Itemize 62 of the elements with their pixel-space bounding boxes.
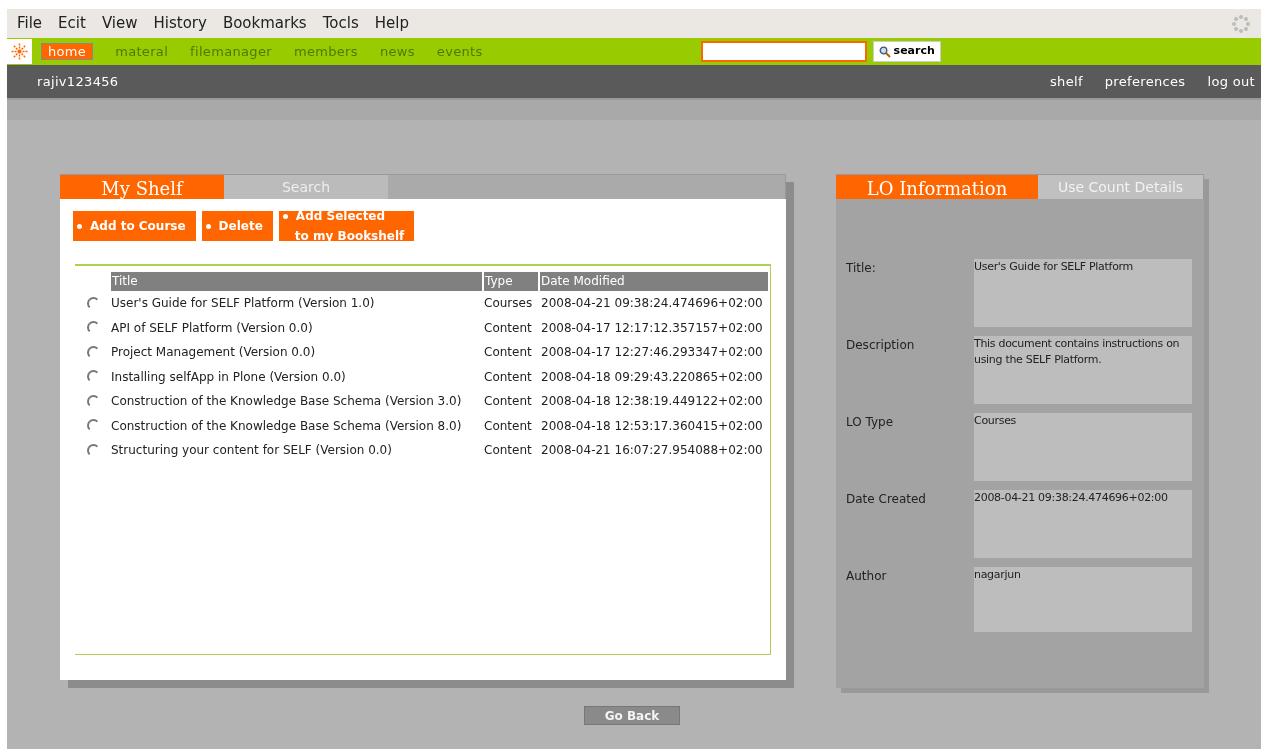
- column-header: Title: [111, 272, 482, 291]
- table-cell-text: Content: [484, 442, 533, 460]
- search-icon: [878, 45, 891, 58]
- nav-link[interactable]: materal: [115, 41, 169, 62]
- action-button[interactable]: Add Selected to my Bookshelf: [278, 211, 415, 241]
- table-cell-text: Content: [484, 319, 533, 337]
- field-label: Description: [846, 337, 916, 354]
- table-cell-text: 2008-04-18 12:38:19.449122+02:00: [541, 393, 763, 411]
- table-cell-text: API of SELF Platform (Version 0.0): [111, 319, 314, 337]
- username: rajiv123456: [37, 72, 119, 91]
- field-value: Courses: [974, 413, 1192, 481]
- field-value: User's Guide for SELF Platform: [974, 259, 1192, 327]
- table-cell-text: Construction of the Knowledge Base Schema (Version 8.0): [111, 417, 463, 435]
- menu-item[interactable]: History: [153, 12, 207, 35]
- field-label: Title:: [846, 260, 877, 277]
- nav-link[interactable]: members: [293, 41, 358, 62]
- table-cell-text: Structuring your content for SELF (Version 0.0): [111, 442, 393, 460]
- menu-item[interactable]: View: [101, 12, 138, 35]
- table-cell-text: Construction of the Knowledge Base Schema (Version 3.0): [111, 393, 463, 411]
- field-label: LO Type: [846, 414, 895, 431]
- nav-link[interactable]: filemanager: [190, 41, 272, 62]
- user-link[interactable]: log out: [1207, 71, 1255, 92]
- field-value: nagarjun: [974, 567, 1192, 632]
- spinner-icon: [1231, 13, 1251, 34]
- user-link[interactable]: shelf: [1049, 71, 1083, 92]
- nav-link[interactable]: news: [379, 41, 415, 62]
- panel-tab[interactable]: My Shelf: [60, 175, 224, 199]
- logo-icon: [7, 39, 32, 64]
- table-cell-text: Content: [484, 393, 533, 411]
- field-value: 2008-04-21 09:38:24.474696+02:00: [974, 490, 1192, 558]
- table-cell-text: Content: [484, 368, 533, 386]
- table-cell-text: 2008-04-18 12:53:17.360415+02:00: [541, 417, 763, 435]
- search-field[interactable]: [700, 41, 867, 62]
- action-button[interactable]: Delete: [201, 211, 273, 241]
- menu-item[interactable]: File: [17, 12, 43, 35]
- menu-item[interactable]: Tocls: [322, 12, 359, 35]
- field-label: Author: [846, 568, 888, 585]
- table-cell-text: 2008-04-21 16:07:27.954088+02:00: [541, 442, 763, 460]
- field-value: This document contains instructions on using the SELF Platform.: [974, 336, 1192, 404]
- table-cell-text: 2008-04-21 09:38:24.474696+02:00: [541, 295, 763, 313]
- table-cell-text: Content: [484, 344, 533, 362]
- menu-item[interactable]: Ecit: [58, 12, 86, 35]
- user-link[interactable]: preferences: [1104, 71, 1186, 92]
- table-cell-text: 2008-04-17 12:17:12.357157+02:00: [541, 319, 763, 337]
- table-cell-text: 2008-04-17 12:27:46.293347+02:00: [541, 344, 763, 362]
- column-header: Type: [484, 272, 538, 291]
- search-button[interactable]: search: [872, 41, 941, 62]
- go-back-button[interactable]: Go Back: [584, 706, 680, 725]
- menu-item[interactable]: Bookmarks: [222, 12, 307, 35]
- action-button[interactable]: Add to Course: [73, 211, 196, 241]
- table-cell-text: 2008-04-18 09:29:43.220865+02:00: [541, 368, 763, 386]
- menu-item[interactable]: Help: [374, 12, 409, 35]
- column-header: Date Modified: [540, 272, 768, 291]
- nav-link[interactable]: events: [436, 41, 483, 62]
- table-cell-text: Content: [484, 417, 533, 435]
- panel-tab[interactable]: LO Information: [836, 175, 1038, 199]
- table-cell-text: User's Guide for SELF Platform (Version 1.0): [111, 295, 376, 313]
- field-label: Date Created: [846, 491, 927, 508]
- table-cell-text: Project Management (Version 0.0): [111, 344, 317, 362]
- nav-link[interactable]: home: [41, 43, 94, 60]
- table-cell-text: Courses: [484, 295, 534, 313]
- table-cell-text: Installing selfApp in Plone (Version 0.0): [111, 368, 347, 386]
